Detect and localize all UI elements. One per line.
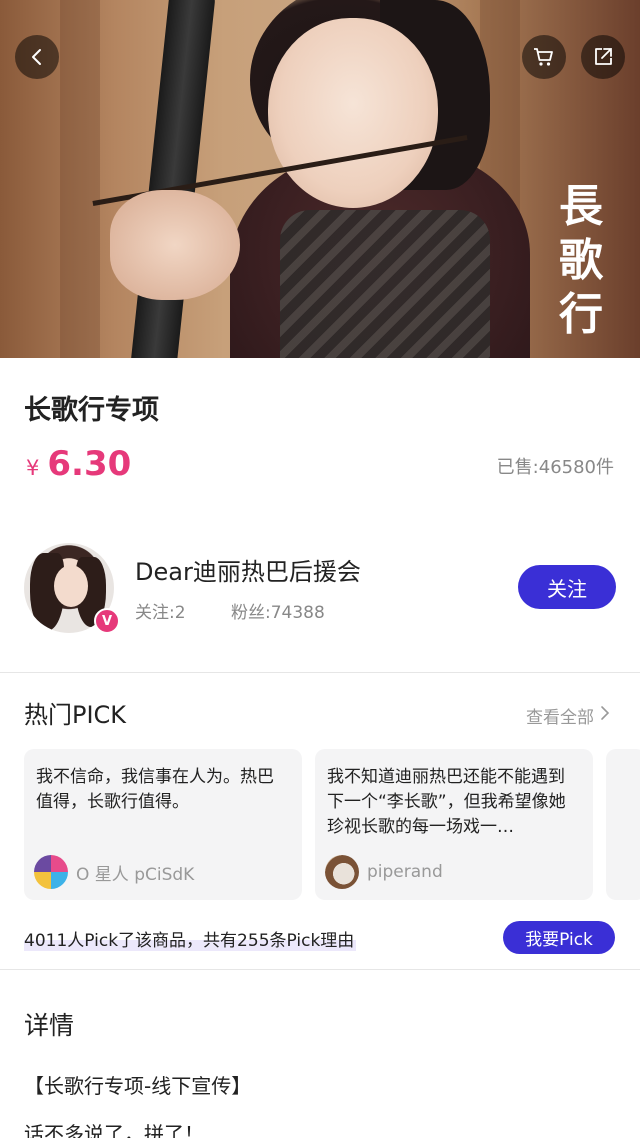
pick-card[interactable]: 我不信命，我信事在人为。热巴值得，长歌行值得。 O 星人 pCiSdK <box>24 749 302 900</box>
pick-card-text: 我不知道迪丽热巴还能不能遇到下一个“李长歌”，但我希望像她珍视长歌的每一场戏一… <box>327 767 566 837</box>
shop-name[interactable]: Dear迪丽热巴后援会 <box>135 552 361 587</box>
archer-armor <box>280 210 490 358</box>
bow <box>129 0 217 358</box>
price-value: 6.30 <box>47 444 132 484</box>
cart-button[interactable] <box>522 35 566 79</box>
view-all-label: 查看全部 <box>526 708 594 728</box>
product-price: ¥ 6.30 <box>26 444 131 484</box>
archer-hand <box>110 190 240 300</box>
pick-card[interactable] <box>606 749 640 900</box>
view-all-link[interactable]: 查看全部 <box>526 703 610 728</box>
divider <box>0 969 640 970</box>
detail-heading: 详情 <box>24 1011 75 1040</box>
currency-symbol: ¥ <box>26 456 40 480</box>
user-avatar <box>325 855 359 889</box>
sold-count: 已售:46580件 <box>496 457 614 478</box>
following-count: 关注:2 <box>135 603 186 623</box>
detail-text: 【长歌行专项-线下宣传】 <box>24 1074 252 1098</box>
pick-summary: 4011人Pick了该商品，共有255条Pick理由 <box>24 926 357 951</box>
pick-card-user: O 星人 pCiSdK <box>34 855 194 889</box>
user-name: piperand <box>367 862 443 882</box>
pick-card-text: 我不信命，我信事在人为。热巴值得，长歌行值得。 <box>36 767 274 812</box>
fans-count: 粉丝:74388 <box>231 603 325 623</box>
verified-badge: V <box>94 608 120 634</box>
back-button[interactable] <box>15 35 59 79</box>
share-icon <box>591 45 615 69</box>
pick-card-user: piperand <box>325 855 443 889</box>
share-button[interactable] <box>581 35 625 79</box>
follow-button[interactable]: 关注 <box>518 565 616 609</box>
user-avatar <box>34 855 68 889</box>
chevron-right-icon <box>594 705 610 726</box>
cart-icon <box>532 45 556 69</box>
drama-logo-calligraphy: 長歌行 <box>559 181 603 340</box>
pick-card[interactable]: 我不知道迪丽热巴还能不能遇到下一个“李长歌”，但我希望像她珍视长歌的每一场戏一…… <box>315 749 593 900</box>
user-name: O 星人 pCiSdK <box>76 864 195 885</box>
detail-text: 话不多说了，拼了！ <box>24 1122 204 1138</box>
hot-pick-title: 热门PICK <box>24 701 127 729</box>
pick-button[interactable]: 我要Pick <box>503 921 615 954</box>
chevron-left-icon <box>27 47 47 67</box>
backdrop-panel <box>60 0 100 358</box>
archer-face <box>268 18 438 208</box>
divider <box>0 672 640 673</box>
product-title: 长歌行专项 <box>24 395 159 426</box>
shop-stats: 关注:2 粉丝:74388 <box>135 598 325 623</box>
